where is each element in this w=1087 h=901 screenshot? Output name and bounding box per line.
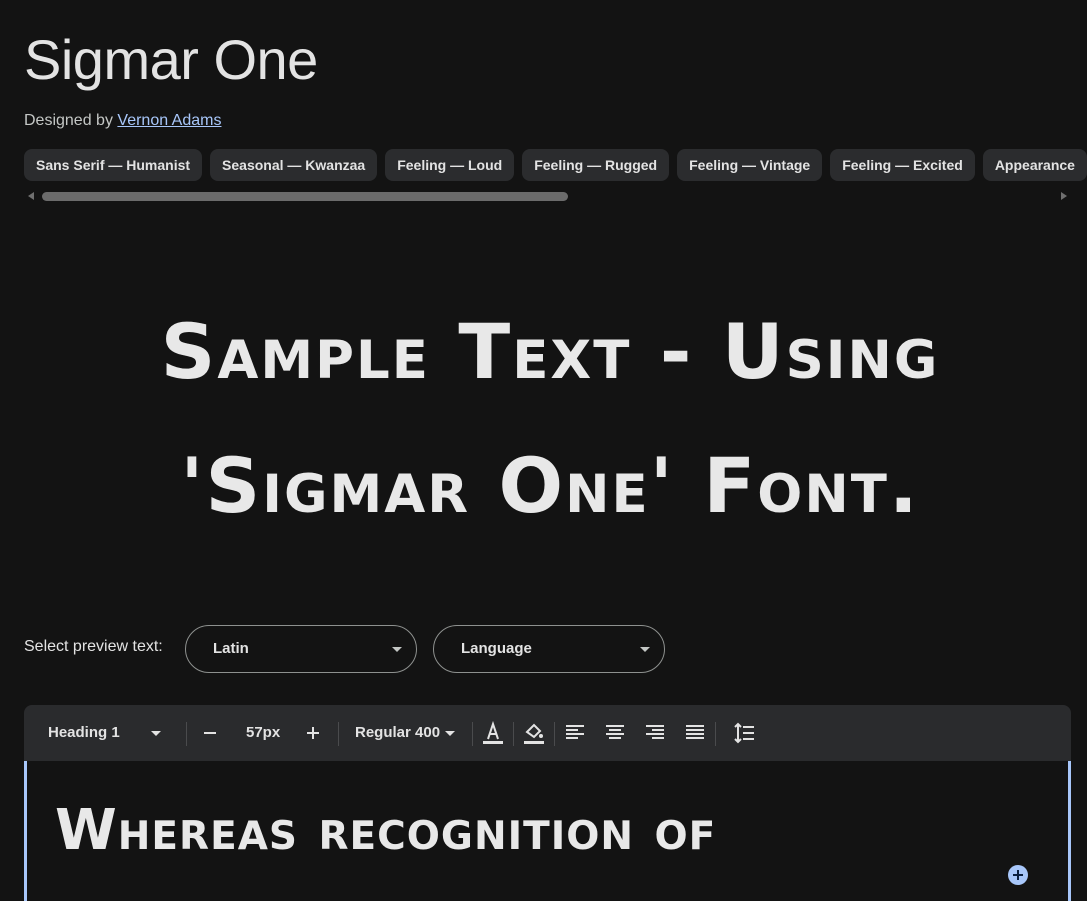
scroll-thumb[interactable] — [42, 192, 568, 201]
designed-by-label: Designed by — [24, 112, 113, 129]
align-left-icon — [566, 725, 584, 739]
align-center-button[interactable] — [605, 705, 627, 761]
toolbar-divider — [472, 722, 473, 746]
font-size-value[interactable]: 57px — [246, 705, 280, 761]
chevron-down-icon — [640, 647, 650, 652]
designer-link[interactable]: Vernon Adams — [117, 112, 221, 129]
align-right-button[interactable] — [645, 705, 667, 761]
increase-size-button[interactable] — [306, 705, 328, 761]
scroll-left-arrow-icon[interactable] — [28, 192, 34, 200]
script-select-value: Latin — [213, 640, 249, 657]
editor-text[interactable]: Whereas recognition of — [55, 801, 716, 861]
text-color-button[interactable] — [482, 705, 504, 761]
tag-chips: Sans Serif — Humanist Seasonal — Kwanzaa F… — [24, 149, 1087, 182]
toolbar-divider — [338, 722, 339, 746]
editor-toolbar: Heading 1 57px Regular 400 — [24, 705, 1071, 761]
tag-chip[interactable]: Seasonal — Kwanzaa — [210, 149, 378, 181]
plus-icon — [307, 727, 319, 739]
fill-color-icon — [524, 723, 544, 744]
hero-line-2: 'Sigmar One' Font. — [180, 441, 920, 530]
tag-chip[interactable]: Appearance — [982, 149, 1087, 181]
line-height-button[interactable] — [733, 705, 755, 761]
tag-chip[interactable]: Feeling — Loud — [385, 149, 515, 181]
language-select[interactable]: Language — [433, 625, 665, 673]
tag-chip[interactable]: Feeling — Excited — [830, 149, 975, 181]
text-color-icon — [483, 720, 503, 744]
hero-line-1: Sample Text - Using — [160, 307, 940, 396]
toolbar-divider — [715, 722, 716, 746]
script-select[interactable]: Latin — [185, 625, 417, 673]
font-title: Sigmar One — [24, 28, 318, 91]
scroll-right-arrow-icon[interactable] — [1061, 192, 1067, 200]
style-select[interactable]: Heading 1 — [48, 705, 120, 761]
chevron-down-icon — [392, 647, 402, 652]
weight-select[interactable]: Regular 400 — [355, 705, 440, 761]
tag-chip[interactable]: Feeling — Vintage — [677, 149, 823, 181]
toolbar-divider — [554, 722, 555, 746]
chevron-down-icon[interactable] — [151, 731, 161, 736]
style-select-value: Heading 1 — [48, 724, 120, 741]
toolbar-divider — [513, 722, 514, 746]
language-select-placeholder: Language — [461, 640, 532, 657]
fill-color-button[interactable] — [522, 705, 546, 761]
align-justify-button[interactable] — [685, 705, 707, 761]
align-right-icon — [646, 725, 664, 739]
weight-select-value: Regular 400 — [355, 724, 441, 741]
align-center-icon — [606, 725, 624, 739]
align-justify-icon — [686, 725, 704, 739]
hero-sample-text: Sample Text - Using 'Sigmar One' Font. — [40, 285, 1060, 553]
align-left-button[interactable] — [565, 705, 587, 761]
chevron-down-icon[interactable] — [445, 731, 455, 736]
add-icon[interactable] — [1008, 865, 1028, 885]
decrease-size-button[interactable] — [203, 705, 225, 761]
preview-select-label: Select preview text: — [24, 638, 163, 655]
toolbar-divider — [186, 722, 187, 746]
preview-editor[interactable]: Whereas recognition of — [24, 761, 1071, 901]
tag-chip[interactable]: Feeling — Rugged — [522, 149, 670, 181]
line-height-icon — [734, 722, 754, 744]
designer-line: Designed by Vernon Adams — [24, 110, 221, 132]
minus-icon — [204, 732, 216, 734]
tag-chip[interactable]: Sans Serif — Humanist — [24, 149, 203, 181]
tags-scrollbar[interactable] — [24, 189, 1071, 203]
